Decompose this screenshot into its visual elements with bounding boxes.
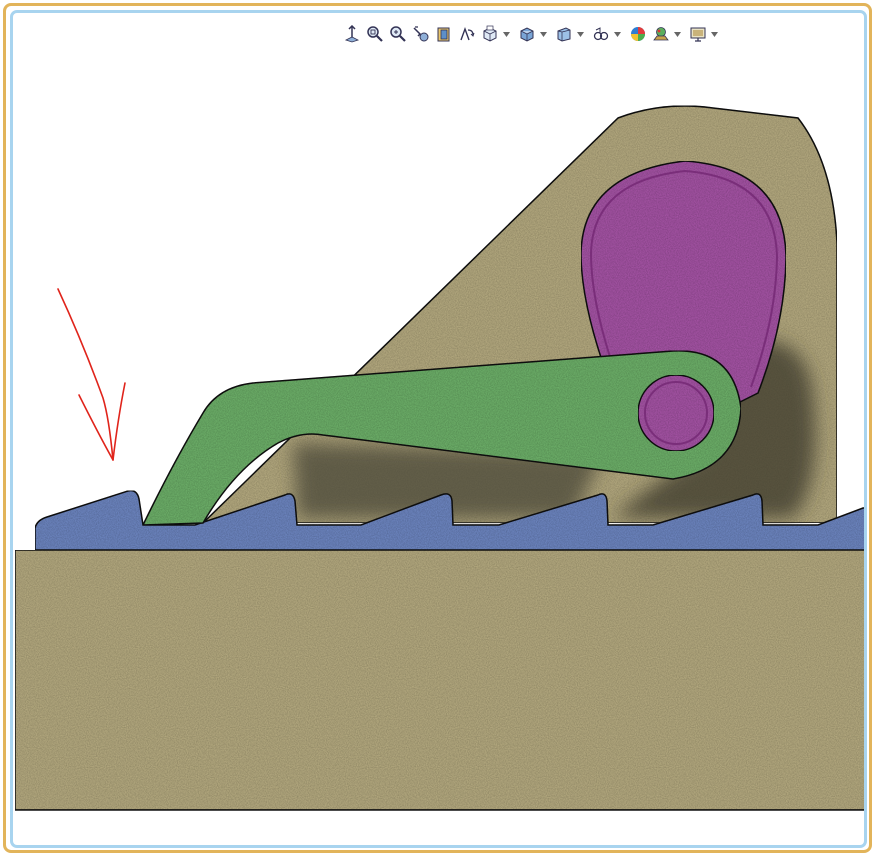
dynamic-annotation-icon[interactable] bbox=[456, 23, 478, 45]
view-orientation-icon[interactable] bbox=[341, 23, 363, 45]
previous-view-icon[interactable] bbox=[410, 23, 432, 45]
chevron-down-icon[interactable] bbox=[576, 23, 584, 45]
apply-scene-icon[interactable] bbox=[650, 23, 672, 45]
zoom-to-area-icon[interactable] bbox=[387, 23, 409, 45]
chevron-down-icon[interactable] bbox=[613, 23, 621, 45]
chevron-down-icon[interactable] bbox=[710, 23, 718, 45]
view-settings-icon[interactable] bbox=[590, 23, 612, 45]
chevron-down-icon[interactable] bbox=[502, 23, 510, 45]
edit-appearance-icon[interactable] bbox=[627, 23, 649, 45]
chevron-down-icon[interactable] bbox=[539, 23, 547, 45]
display-style-icon[interactable] bbox=[516, 23, 538, 45]
hide-show-items-icon[interactable] bbox=[553, 23, 575, 45]
pivot-pin[interactable] bbox=[637, 374, 715, 452]
zoom-to-fit-icon[interactable] bbox=[364, 23, 386, 45]
annotation-arrow bbox=[57, 288, 126, 461]
model-view[interactable] bbox=[13, 13, 867, 845]
chevron-down-icon[interactable] bbox=[673, 23, 681, 45]
graphics-viewport[interactable] bbox=[10, 10, 867, 848]
view-orientation-cube-icon[interactable] bbox=[479, 23, 501, 45]
base-block[interactable] bbox=[14, 549, 867, 811]
view-monitor-icon[interactable] bbox=[687, 23, 709, 45]
section-view-icon[interactable] bbox=[433, 23, 455, 45]
heads-up-view-toolbar bbox=[341, 22, 724, 46]
